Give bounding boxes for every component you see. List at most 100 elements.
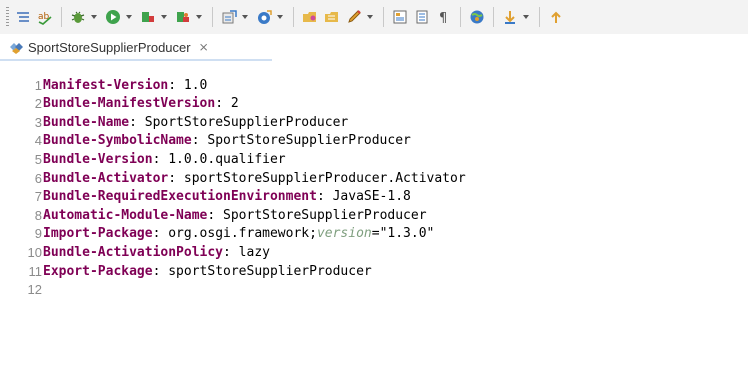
manifest-header-key: Bundle-SymbolicName [43,133,192,149]
manifest-attribute-name: version [316,226,372,242]
code-text: Export-Package: sportStoreSupplierProduc… [43,264,372,279]
separator: : [129,114,145,130]
code-text: Bundle-Name: SportStoreSupplierProducer [43,115,348,130]
line-number: 9 [34,226,42,242]
toolbar-separator [460,7,461,27]
line-number: 6 [34,170,42,186]
editor-tab-label: SportStoreSupplierProducer [28,39,191,55]
next-annotation-dropdown[interactable] [521,6,530,28]
manifest-header-key: Bundle-RequiredExecutionEnvironment [43,189,317,205]
manifest-header-key: Bundle-Name [43,114,130,130]
manifest-header-value: 1.0.0.qualifier [168,151,286,167]
manifest-header-value: sportStoreSupplierProducer.Activator [183,170,466,186]
open-type-icon[interactable] [322,6,342,28]
manifest-header-value: SportStoreSupplierProducer [144,114,349,130]
editor-line[interactable]: 6 Bundle-Activator: sportStoreSupplierPro… [0,169,748,187]
next-annotation-icon[interactable] [500,6,520,28]
editor-line[interactable]: 1 Manifest-Version: 1.0 [0,76,748,94]
manifest-header-key: Automatic-Module-Name [43,207,208,223]
spellcheck-icon[interactable]: ab [35,6,55,28]
manifest-header-key: Bundle-ActivationPolicy [43,244,224,260]
pencil-icon[interactable] [344,6,364,28]
toolbar-grip[interactable] [6,7,9,27]
manifest-header-value: org.osgi.framework; [168,226,317,242]
toolbar-separator [212,7,213,27]
line-number: 11 [28,263,43,279]
show-whitespace-icon[interactable]: ¶ [434,6,454,28]
new-connection-icon[interactable] [173,6,193,28]
new-connection-dropdown[interactable] [194,6,203,28]
separator: : [152,263,169,279]
editor-line[interactable]: 10 Bundle-ActivationPolicy: lazy [0,243,748,261]
separator: : [316,189,333,205]
manifest-header-key: Import-Package [43,226,153,242]
manifest-header-key: Bundle-Version [43,151,153,167]
line-number: 3 [34,114,42,130]
editor-line[interactable]: 4 Bundle-SymbolicName: SportStoreSupplier… [0,132,748,150]
separator: : [152,226,169,242]
new-service-dropdown[interactable] [275,6,284,28]
editor-line[interactable]: 11 Export-Package: sportStoreSupplierProd… [0,262,748,280]
manifest-header-key: Bundle-ManifestVersion [43,96,216,112]
code-text: Bundle-ManifestVersion: 2 [43,96,239,111]
manifest-editor[interactable]: 1 Manifest-Version: 1.0 2 Bundle-ManifestVe… [0,78,748,379]
line-number: 10 [27,244,42,260]
toolbar-separator [293,7,294,27]
editor-line[interactable]: 8 Automatic-Module-Name: SportStoreSuppli… [0,206,748,224]
toolbar-separator [61,7,62,27]
open-folder-icon[interactable] [300,6,320,28]
manifest-header-key: Manifest-Version [43,77,169,93]
editor-line[interactable]: 12 [0,281,748,299]
toolbar-separator [383,7,384,27]
manifest-header-value: 2 [230,96,239,112]
manifest-header-key: Export-Package [43,263,153,279]
manifest-header-value: SportStoreSupplierProducer [207,133,411,149]
line-number: 7 [34,189,42,205]
debug-icon[interactable] [68,6,88,28]
active-tab-indicator [0,59,272,61]
toolbar-separator [493,7,494,27]
code-text: Bundle-ActivationPolicy: lazy [43,245,270,260]
manifest-header-value: SportStoreSupplierProducer [223,207,427,223]
web-browser-icon[interactable] [467,6,487,28]
new-type-dropdown[interactable] [240,6,249,28]
editor-line[interactable]: 9 Import-Package: org.osgi.framework;vers… [0,225,748,243]
svg-text:¶: ¶ [439,11,447,25]
close-icon[interactable]: ⨯ [199,40,209,54]
manifest-attribute-value: "1.3.0" [379,226,435,242]
line-number: 8 [34,207,42,223]
separator: : [223,244,239,260]
outline-icon[interactable] [13,6,33,28]
new-server-icon[interactable] [138,6,158,28]
separator: : [207,207,224,223]
line-number: 5 [34,151,42,167]
line-number: 4 [34,133,42,149]
editor-line[interactable]: 5 Bundle-Version: 1.0.0.qualifier [0,150,748,168]
new-service-icon[interactable] [254,6,274,28]
main-toolbar: ab ¶ [0,0,748,34]
new-server-dropdown[interactable] [159,6,168,28]
pencil-dropdown[interactable] [365,6,374,28]
editor-tab-manifest[interactable]: SportStoreSupplierProducer ⨯ [0,34,272,60]
separator: : [215,96,231,112]
line-number: 1 [34,77,42,93]
separator: : [191,133,208,149]
toggle-markers-icon[interactable] [390,6,410,28]
separator: : [168,77,184,93]
block-selection-icon[interactable] [412,6,432,28]
run-icon[interactable] [103,6,123,28]
editor-line[interactable]: 7 Bundle-RequiredExecutionEnvironment: Ja… [0,188,748,206]
debug-dropdown[interactable] [89,6,98,28]
code-text: Bundle-Activator: sportStoreSupplierProd… [43,171,466,186]
prev-annotation-icon[interactable] [546,6,566,28]
editor-line[interactable]: 3 Bundle-Name: SportStoreSupplierProducer [0,113,748,131]
code-text: Automatic-Module-Name: SportStoreSupplie… [43,208,427,223]
code-text: Bundle-SymbolicName: SportStoreSupplierP… [43,133,411,148]
editor-tab-bar: SportStoreSupplierProducer ⨯ [0,34,748,60]
editor-line[interactable]: 2 Bundle-ManifestVersion: 2 [0,95,748,113]
new-type-icon[interactable] [219,6,239,28]
attribute-equals: = [371,226,380,242]
run-dropdown[interactable] [124,6,133,28]
plugin-manifest-icon [8,39,24,55]
toolbar-separator [539,7,540,27]
